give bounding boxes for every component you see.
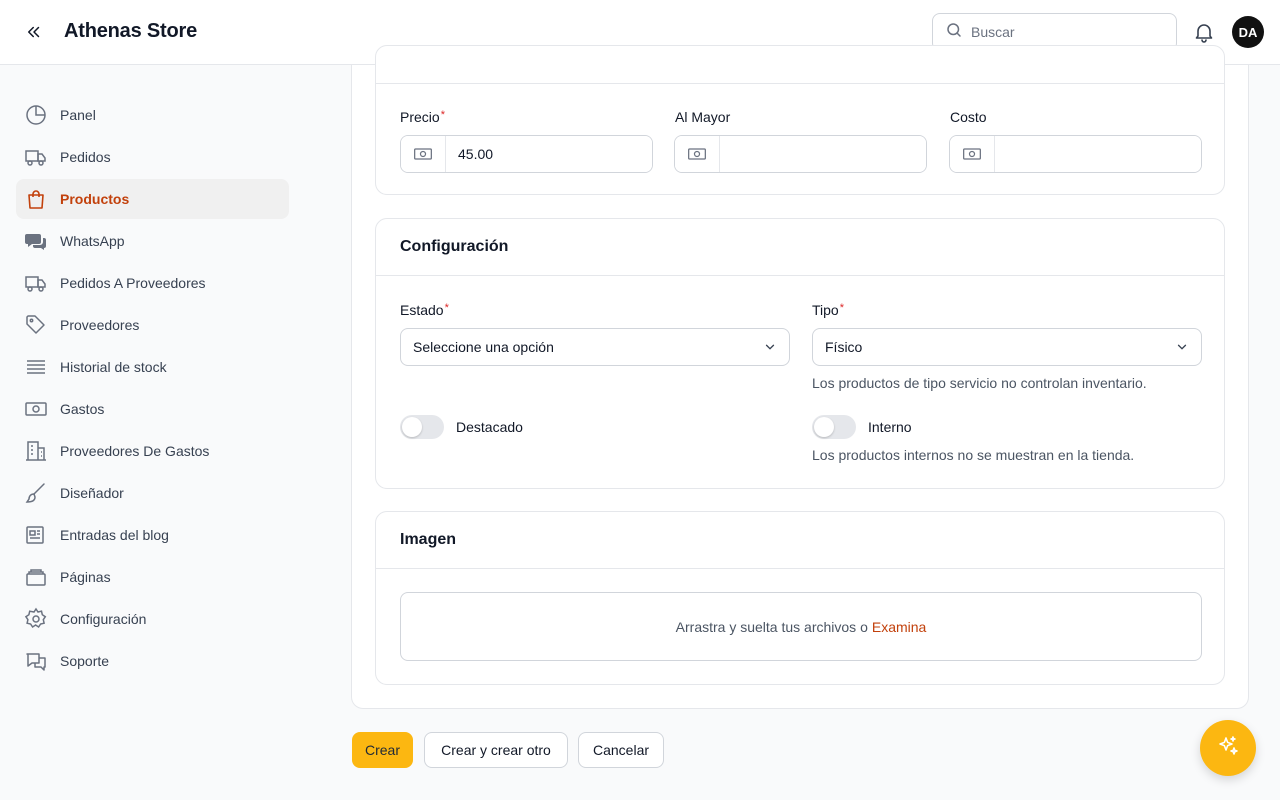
search-icon — [945, 21, 963, 44]
sidebar-item-blog[interactable]: Entradas del blog — [16, 515, 289, 555]
collapse-sidebar-icon[interactable] — [20, 18, 48, 46]
price-input[interactable] — [446, 136, 652, 172]
status-label: Estado* — [400, 302, 449, 318]
sidebar-item-label: Pedidos — [60, 149, 111, 165]
sidebar-item-label: Pedidos A Proveedores — [60, 275, 206, 291]
building-icon — [24, 439, 48, 463]
chevron-down-icon — [763, 340, 777, 357]
file-dropzone[interactable]: Arrastra y suelta tus archivos o Examina — [400, 592, 1202, 661]
browse-link[interactable]: Examina — [872, 619, 926, 635]
image-card: Imagen Arrastra y suelta tus archivos o … — [375, 511, 1225, 685]
featured-toggle[interactable] — [400, 415, 444, 439]
image-title: Imagen — [376, 512, 1224, 569]
sidebar-item-proveedores-gastos[interactable]: Proveedores De Gastos — [16, 431, 289, 471]
form-container: Precio* Al Mayor Costo Configuración Est… — [351, 45, 1249, 709]
sidebar-item-label: Proveedores — [60, 317, 140, 333]
price-label: Precio* — [400, 109, 445, 125]
wholesale-field[interactable] — [674, 135, 927, 173]
banknote-icon — [401, 136, 446, 172]
cost-field[interactable] — [949, 135, 1202, 173]
sidebar: Panel Pedidos Productos WhatsApp Pedidos… — [0, 65, 305, 800]
sidebar-item-pedidos[interactable]: Pedidos — [16, 137, 289, 177]
internal-toggle[interactable] — [812, 415, 856, 439]
status-select[interactable]: Seleccione una opción — [400, 328, 790, 366]
type-label: Tipo* — [812, 302, 844, 318]
sidebar-item-label: Proveedores De Gastos — [60, 443, 210, 459]
chat-bubbles-icon — [24, 229, 48, 253]
divider — [376, 83, 1224, 84]
sidebar-item-label: Páginas — [60, 569, 111, 585]
sparkles-assistant-button[interactable] — [1200, 720, 1256, 776]
sidebar-item-label: WhatsApp — [60, 233, 125, 249]
sidebar-item-productos[interactable]: Productos — [16, 179, 289, 219]
configuration-title: Configuración — [376, 219, 1224, 276]
create-another-button[interactable]: Crear y crear otro — [424, 732, 568, 768]
sparkles-icon — [1216, 734, 1240, 763]
toggle-knob — [814, 417, 834, 437]
bell-icon[interactable] — [1192, 20, 1216, 44]
banknote-icon — [950, 136, 995, 172]
internal-label: Interno — [868, 419, 912, 435]
chevron-down-icon — [1175, 340, 1189, 357]
cog-icon — [24, 607, 48, 631]
wholesale-label: Al Mayor — [675, 109, 731, 125]
cost-input[interactable] — [995, 136, 1201, 172]
dropzone-text: Arrastra y suelta tus archivos o — [675, 618, 868, 635]
avatar[interactable]: DA — [1232, 16, 1264, 48]
cost-label: Costo — [950, 109, 987, 125]
store-title: Athenas Store — [64, 20, 197, 42]
sidebar-item-label: Panel — [60, 107, 96, 123]
list-icon — [24, 355, 48, 379]
sidebar-item-historial-stock[interactable]: Historial de stock — [16, 347, 289, 387]
type-select[interactable]: Físico — [812, 328, 1202, 366]
paint-brush-icon — [24, 481, 48, 505]
sidebar-item-configuracion[interactable]: Configuración — [16, 599, 289, 639]
sidebar-item-label: Configuración — [60, 611, 147, 627]
sidebar-item-panel[interactable]: Panel — [16, 95, 289, 135]
create-button[interactable]: Crear — [352, 732, 413, 768]
status-select-value: Seleccione una opción — [413, 339, 554, 355]
sidebar-item-label: Historial de stock — [60, 359, 167, 375]
chat-support-icon — [24, 649, 48, 673]
chart-pie-icon — [24, 103, 48, 127]
banknote-icon — [675, 136, 720, 172]
tag-icon — [24, 313, 48, 337]
price-field[interactable] — [400, 135, 653, 173]
sidebar-item-label: Diseñador — [60, 485, 124, 501]
internal-hint: Los productos internos no se muestran en… — [812, 447, 1135, 463]
sidebar-item-label: Entradas del blog — [60, 527, 169, 543]
type-hint: Los productos de tipo servicio no contro… — [812, 375, 1147, 391]
sidebar-item-whatsapp[interactable]: WhatsApp — [16, 221, 289, 261]
cancel-button[interactable]: Cancelar — [578, 732, 664, 768]
sidebar-item-paginas[interactable]: Páginas — [16, 557, 289, 597]
sidebar-item-label: Gastos — [60, 401, 105, 417]
banknotes-icon — [24, 397, 48, 421]
sidebar-item-disenador[interactable]: Diseñador — [16, 473, 289, 513]
shopping-bag-icon — [24, 187, 48, 211]
type-select-value: Físico — [825, 339, 863, 355]
truck-icon — [24, 145, 48, 169]
featured-label: Destacado — [456, 419, 523, 435]
sidebar-item-soporte[interactable]: Soporte — [16, 641, 289, 681]
sidebar-item-proveedores[interactable]: Proveedores — [16, 305, 289, 345]
sidebar-item-pedidos-proveedores[interactable]: Pedidos A Proveedores — [16, 263, 289, 303]
newspaper-icon — [24, 523, 48, 547]
toggle-knob — [402, 417, 422, 437]
truck-icon — [24, 271, 48, 295]
wholesale-input[interactable] — [720, 136, 926, 172]
configuration-card: Configuración Estado* Seleccione una opc… — [375, 218, 1225, 489]
sidebar-item-gastos[interactable]: Gastos — [16, 389, 289, 429]
sidebar-item-label: Soporte — [60, 653, 110, 669]
sidebar-item-label: Productos — [60, 191, 130, 207]
pages-icon — [24, 565, 48, 589]
search-input[interactable] — [971, 24, 1151, 40]
pricing-card: Precio* Al Mayor Costo — [375, 45, 1225, 195]
